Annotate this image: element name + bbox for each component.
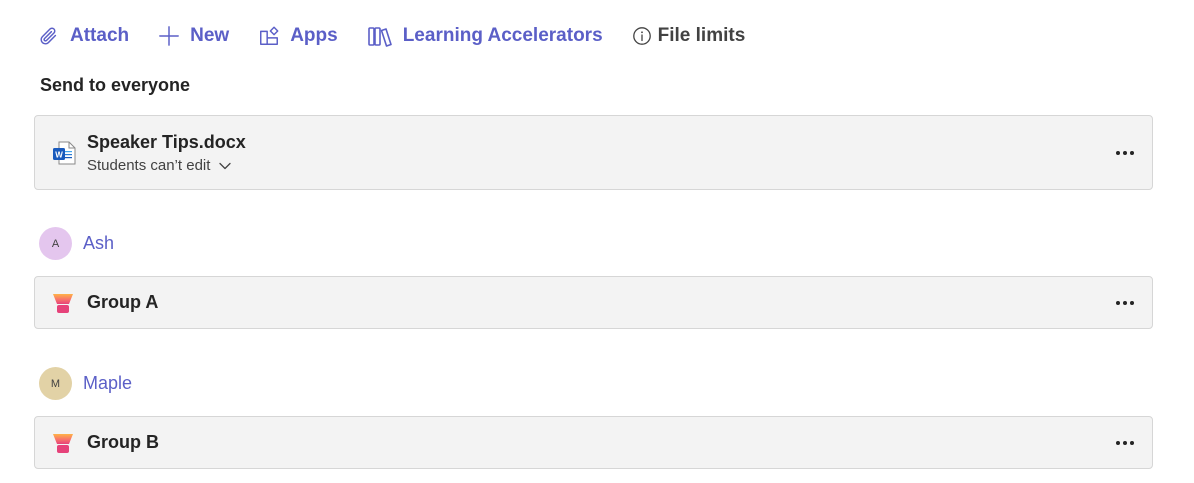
more-dot <box>1130 300 1134 305</box>
more-dot <box>1116 440 1120 445</box>
more-dot <box>1123 440 1127 445</box>
file-limits-label: File limits <box>657 25 746 46</box>
info-icon <box>632 27 651 45</box>
chevron-down-icon <box>219 162 232 169</box>
student-name[interactable]: Maple <box>83 373 132 394</box>
learning-accelerators-label: Learning Accelerators <box>402 25 603 46</box>
more-dot <box>1123 300 1127 305</box>
group-card-b[interactable]: Group B <box>34 416 1153 469</box>
paperclip-icon <box>40 27 57 45</box>
section-title: Send to everyone <box>40 75 191 95</box>
learning-accelerators-button[interactable]: Learning Accelerators <box>367 25 603 47</box>
books-icon <box>367 27 392 47</box>
file-info: Speaker Tips.docx Students can’t edit <box>87 131 246 174</box>
group-a-more-options-button[interactable] <box>1114 295 1136 311</box>
more-dot <box>1116 300 1120 305</box>
more-dot <box>1130 440 1134 445</box>
group-card-a[interactable]: Group A <box>34 276 1153 329</box>
avatar: M <box>39 367 72 400</box>
attach-button[interactable]: Attach <box>38 25 129 47</box>
group-b-more-options-button[interactable] <box>1114 435 1136 451</box>
svg-text:W: W <box>55 150 63 159</box>
more-dot <box>1123 150 1127 155</box>
student-name[interactable]: Ash <box>83 233 114 254</box>
file-limits-button[interactable]: File limits <box>632 25 746 47</box>
file-more-options-button[interactable] <box>1114 145 1136 161</box>
toolbar: Attach New Apps Learning Accelerators Fi… <box>38 22 745 50</box>
student-ash: A Ash <box>39 227 114 260</box>
file-card[interactable]: W Speaker Tips.docx Students can’t edit <box>34 115 1153 190</box>
apps-label: Apps <box>290 25 338 46</box>
group-icon <box>53 293 73 313</box>
plus-icon <box>159 26 180 46</box>
apps-icon <box>260 26 279 45</box>
file-name[interactable]: Speaker Tips.docx <box>87 131 246 153</box>
permission-label: Students can’t edit <box>87 157 211 174</box>
more-dot <box>1116 150 1120 155</box>
permission-dropdown[interactable]: Students can’t edit <box>87 157 246 174</box>
word-doc-icon: W <box>53 141 76 164</box>
avatar: A <box>39 227 72 260</box>
group-icon <box>53 433 73 453</box>
new-button[interactable]: New <box>158 25 229 47</box>
attach-label: Attach <box>70 25 130 46</box>
student-maple: M Maple <box>39 367 132 400</box>
more-dot <box>1130 150 1134 155</box>
group-name: Group A <box>87 292 159 312</box>
group-name: Group B <box>87 432 159 452</box>
apps-button[interactable]: Apps <box>258 25 338 47</box>
new-label: New <box>190 25 230 46</box>
